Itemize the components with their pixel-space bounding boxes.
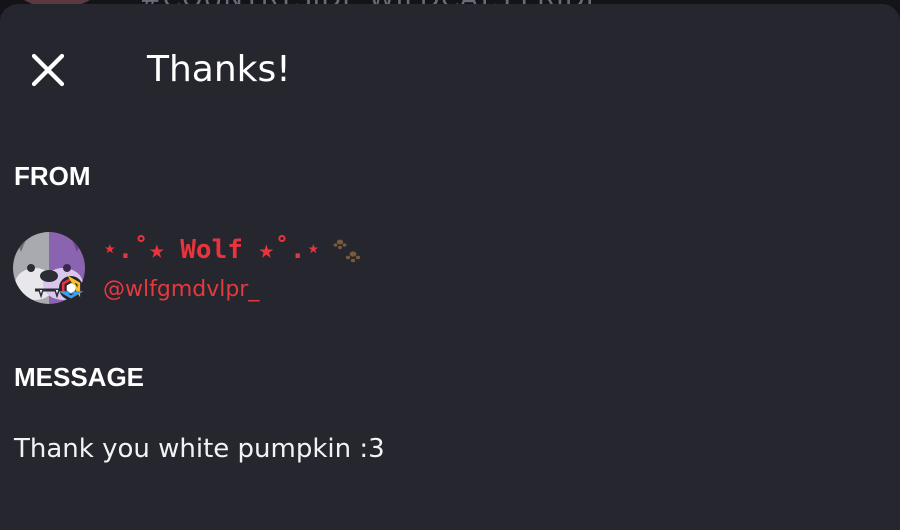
message-text: Thank you white pumpkin :3 [14,434,385,464]
thanks-dialog: Thanks! FROM ⋆.˚★ Wolf ★˚.⋆ @wlfgmdvlpr_… [0,4,900,530]
sender-name-text: ⋆.˚★ Wolf ★˚.⋆ [102,235,322,265]
message-section-label: MESSAGE [14,362,145,392]
hexagon-badge [58,275,84,300]
hexagon-badge-icon [58,275,84,300]
from-section-label: FROM [14,161,91,191]
close-icon [31,53,65,87]
close-button[interactable] [28,50,72,94]
sender-username[interactable]: @wlfgmdvlpr_ [103,275,259,305]
sender-display-name[interactable]: ⋆.˚★ Wolf ★˚.⋆ [102,230,363,270]
paw-prints-icon [331,234,363,266]
dialog-title: Thanks! [147,49,291,90]
